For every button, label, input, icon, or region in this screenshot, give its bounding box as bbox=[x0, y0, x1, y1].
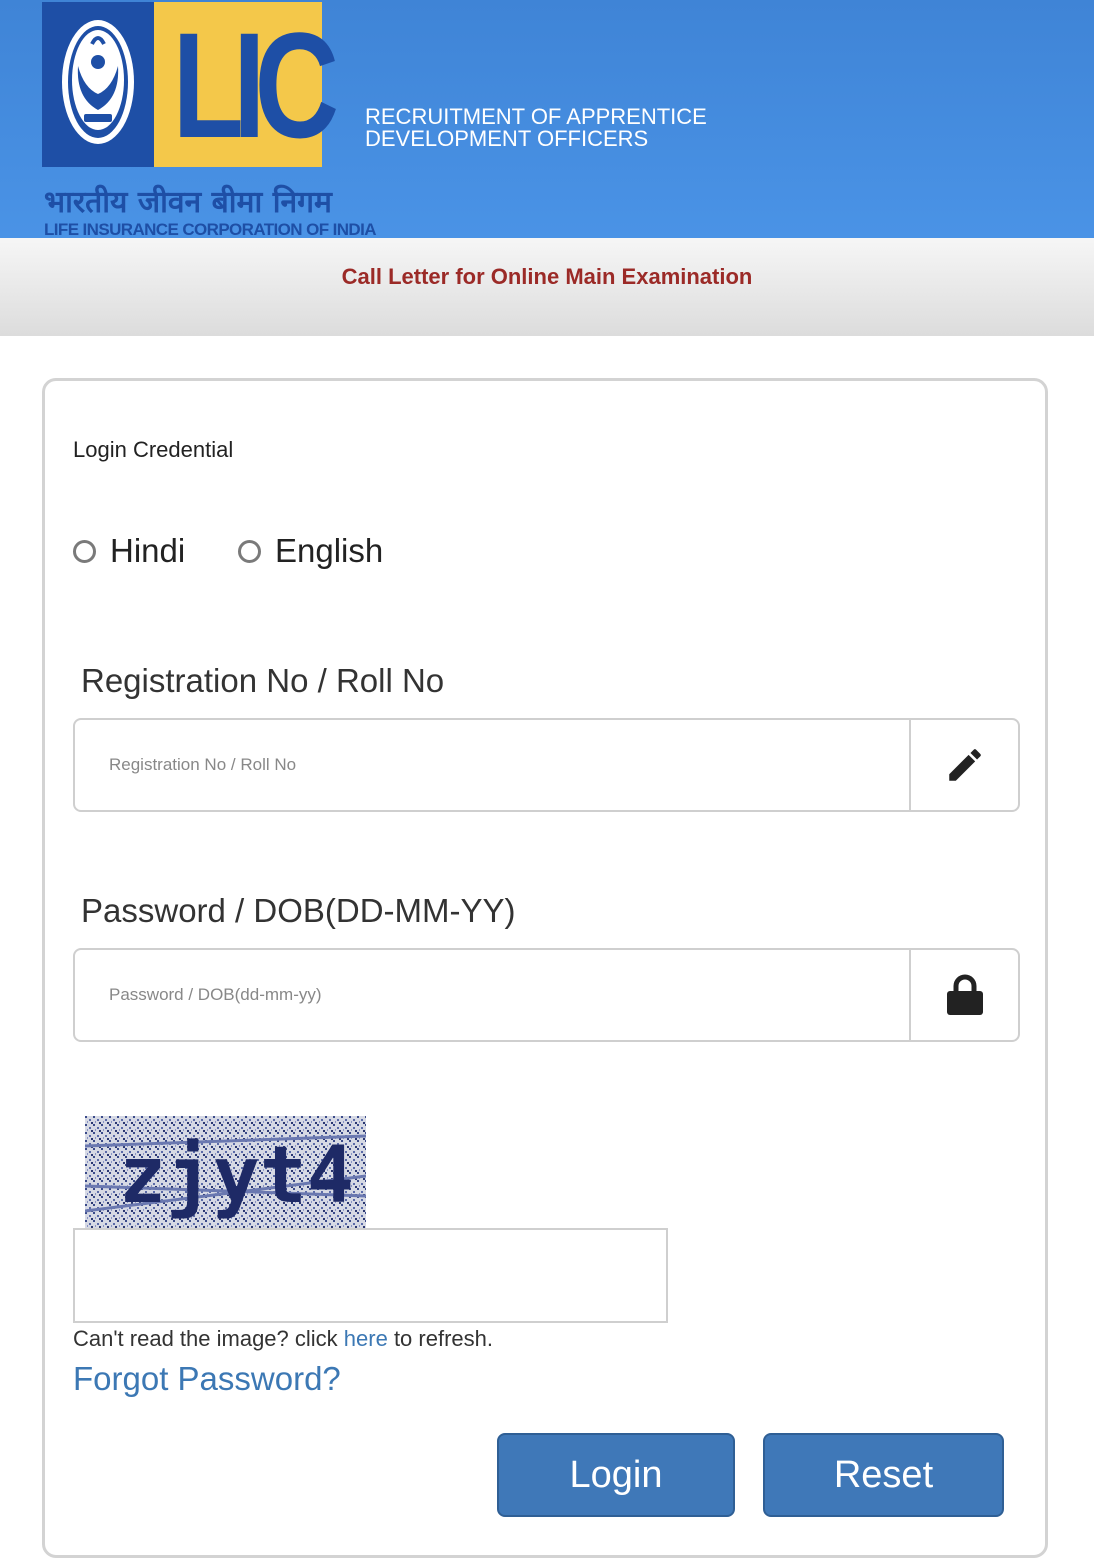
forgot-password-link[interactable]: Forgot Password? bbox=[73, 1360, 341, 1398]
lic-emblem bbox=[42, 2, 154, 167]
language-radio-hindi[interactable]: Hindi bbox=[73, 532, 185, 576]
captcha-help-text: Can't read the image? click here to refr… bbox=[73, 1326, 493, 1351]
logo-english-name: LIFE INSURANCE CORPORATION OF INDIA bbox=[44, 220, 377, 239]
registration-addon bbox=[909, 720, 1018, 810]
pencil-icon bbox=[948, 749, 981, 781]
radio-button-hindi[interactable] bbox=[73, 539, 96, 563]
login-credential-heading: Login Credential bbox=[73, 437, 234, 462]
captcha-image: zjyt4 bbox=[85, 1116, 366, 1228]
page-title: Call Letter for Online Main Examination bbox=[341, 264, 753, 289]
language-label-hindi: Hindi bbox=[110, 532, 186, 569]
password-addon bbox=[909, 950, 1018, 1040]
password-input[interactable] bbox=[75, 950, 911, 1040]
lic-wordmark: LIC bbox=[154, 2, 339, 167]
captcha-text: zjyt4 bbox=[119, 1131, 354, 1221]
site-header: LIC भारतीय जीवन बीमा निगम LIFE INSURANCE… bbox=[0, 0, 1094, 239]
lock-icon bbox=[946, 974, 983, 1015]
radio-button-english[interactable] bbox=[238, 539, 261, 563]
login-button[interactable]: Login bbox=[497, 1433, 735, 1517]
registration-label: Registration No / Roll No bbox=[81, 662, 445, 699]
language-radio-english[interactable]: English bbox=[238, 532, 383, 576]
page-banner: Call Letter for Online Main Examination bbox=[0, 238, 1094, 336]
registration-input-group bbox=[73, 718, 1020, 812]
reset-button[interactable]: Reset bbox=[763, 1433, 1004, 1517]
logo-hindi-name: भारतीय जीवन बीमा निगम bbox=[44, 185, 332, 220]
language-label-english: English bbox=[275, 532, 384, 569]
recruitment-title: RECRUITMENT OF APPRENTICE DEVELOPMENT OF… bbox=[365, 104, 707, 151]
captcha-input[interactable] bbox=[75, 1230, 666, 1321]
captcha-input-wrapper bbox=[73, 1228, 668, 1323]
password-label: Password / DOB(DD-MM-YY) bbox=[81, 892, 516, 929]
registration-input[interactable] bbox=[75, 720, 911, 810]
refresh-captcha-link[interactable]: here bbox=[344, 1326, 388, 1351]
lic-logo: LIC भारतीय जीवन बीमा निगम LIFE INSURANCE… bbox=[42, 2, 377, 239]
password-input-group bbox=[73, 948, 1020, 1042]
